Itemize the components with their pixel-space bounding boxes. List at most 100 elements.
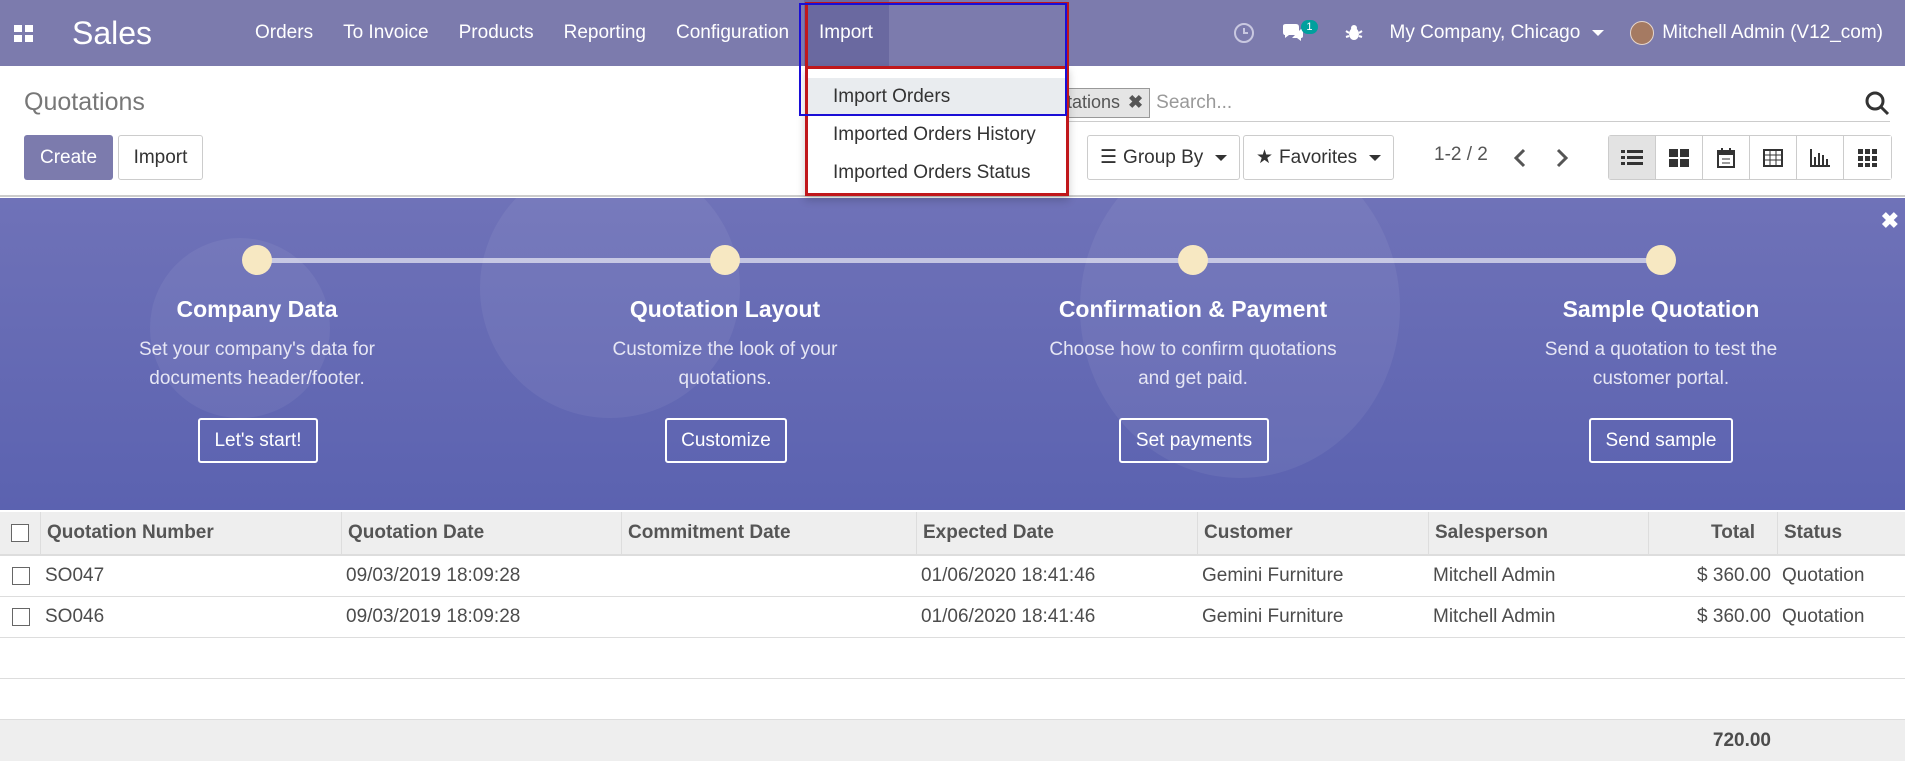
quotations-table: Quotation Number Quotation Date Commitme… (0, 512, 1905, 761)
step-dot (1646, 245, 1676, 275)
create-button[interactable]: Create (24, 135, 113, 180)
cell-salesperson: Mitchell Admin (1433, 565, 1556, 586)
step-description: Choose how to confirm quotations and get… (1049, 339, 1337, 389)
column-header[interactable]: Quotation Number (41, 512, 342, 554)
set-payments-button[interactable]: Set payments (1119, 418, 1269, 463)
select-all-checkbox[interactable] (11, 524, 29, 542)
column-header[interactable]: Quotation Date (342, 512, 622, 554)
row-select-cell (0, 597, 41, 637)
company-switcher[interactable]: My Company, Chicago (1377, 0, 1618, 66)
step-title: Sample Quotation (1562, 296, 1760, 322)
table-row[interactable]: SO046 09/03/2019 18:09:28 01/06/2020 18:… (0, 597, 1905, 638)
cell-status: Quotation (1782, 565, 1865, 586)
menu-configuration[interactable]: Configuration (661, 0, 804, 66)
chevron-down-icon (1215, 154, 1228, 161)
user-menu[interactable]: Mitchell Admin (V12_com) (1617, 0, 1905, 66)
pager-previous-icon[interactable] (1510, 146, 1530, 170)
graph-view-icon[interactable] (1797, 136, 1844, 179)
messages-badge: 1 (1301, 20, 1318, 34)
column-header[interactable]: Expected Date (917, 512, 1198, 554)
step-description: Set your company's data for documents he… (139, 339, 375, 389)
select-all-cell (0, 512, 41, 554)
cell-expected-date: 01/06/2020 18:41:46 (921, 565, 1096, 586)
import-dropdown-menu: Import Orders Imported Orders History Im… (805, 66, 1069, 196)
pager-next-icon[interactable] (1552, 146, 1572, 170)
group-by-button[interactable]: ☰ Group By (1087, 135, 1241, 180)
list-view-icon[interactable] (1609, 136, 1656, 179)
favorites-button[interactable]: ★ Favorites (1243, 135, 1395, 180)
menu-products[interactable]: Products (444, 0, 549, 66)
empty-row (0, 638, 1905, 679)
app-name[interactable]: Sales (72, 15, 240, 52)
group-by-label: Group By (1123, 146, 1204, 168)
cell-quotation-number: SO047 (45, 565, 105, 586)
breadcrumb: Quotations (24, 88, 145, 116)
menu-item-import-orders[interactable]: Import Orders (808, 78, 1066, 116)
progress-track (257, 258, 1661, 263)
table-header: Quotation Number Quotation Date Commitme… (0, 512, 1905, 556)
cell-quotation-number: SO046 (45, 606, 105, 627)
avatar (1630, 21, 1655, 45)
view-switcher (1608, 135, 1892, 180)
table-row[interactable]: SO047 09/03/2019 18:09:28 01/06/2020 18:… (0, 556, 1905, 597)
step-dot (242, 245, 272, 275)
menu-import[interactable]: Import (804, 0, 890, 66)
menu-reporting[interactable]: Reporting (549, 0, 661, 66)
cell-total: $ 360.00 (1697, 565, 1771, 586)
activity-clock-icon[interactable] (1220, 0, 1268, 66)
table-footer: 720.00 (0, 720, 1905, 761)
menu-to-invoice[interactable]: To Invoice (328, 0, 444, 66)
dashboard-view-icon[interactable] (1844, 136, 1891, 179)
chevron-down-icon (1369, 154, 1382, 161)
search-input[interactable]: Search... (1156, 92, 1232, 114)
pager-value[interactable]: 1-2 / 2 (1434, 144, 1488, 166)
pivot-view-icon[interactable] (1750, 136, 1797, 179)
search-facet[interactable]: tations ✖ (1060, 87, 1151, 118)
customize-button[interactable]: Customize (665, 418, 787, 463)
calendar-view-icon[interactable] (1703, 136, 1750, 179)
lets-start-button[interactable]: Let's start! (198, 418, 318, 463)
facet-remove-icon[interactable]: ✖ (1128, 92, 1143, 113)
top-navbar: Sales Orders To Invoice Products Reporti… (0, 0, 1905, 66)
search-bar: tations ✖ Search... (1060, 84, 1890, 122)
cell-expected-date: 01/06/2020 18:41:46 (921, 606, 1096, 627)
footer-total: 720.00 (1712, 729, 1771, 751)
close-icon[interactable]: ✖ (1881, 208, 1899, 234)
cell-salesperson: Mitchell Admin (1433, 606, 1556, 627)
import-button[interactable]: Import (118, 135, 203, 180)
messages-chat-icon[interactable]: 1 (1268, 0, 1330, 66)
onboarding-banner: ✖ Company Data Set your company's data f… (0, 198, 1905, 510)
row-select-cell (0, 556, 41, 596)
main-menu: Orders To Invoice Products Reporting Con… (240, 0, 890, 66)
step-description: Send a quotation to test the customer po… (1544, 339, 1778, 389)
column-header[interactable]: Commitment Date (622, 512, 917, 554)
facet-label: tations (1067, 92, 1121, 112)
company-name: My Company, Chicago (1389, 22, 1581, 43)
step-title: Confirmation & Payment (1058, 296, 1328, 322)
step-dot (1178, 245, 1208, 275)
step-description: Customize the look of your quotations. (612, 339, 838, 389)
menu-item-imported-orders-status[interactable]: Imported Orders Status (808, 154, 1066, 192)
menu-orders[interactable]: Orders (240, 0, 328, 66)
cell-total: $ 360.00 (1697, 606, 1771, 627)
column-header[interactable]: Salesperson (1429, 512, 1649, 554)
cell-customer: Gemini Furniture (1202, 565, 1344, 586)
row-checkbox[interactable] (11, 567, 30, 585)
debug-bug-icon[interactable] (1331, 0, 1377, 66)
cell-status: Quotation (1782, 606, 1865, 627)
kanban-view-icon[interactable] (1656, 136, 1703, 179)
search-icon[interactable] (1864, 90, 1890, 116)
step-dot (710, 245, 740, 275)
menu-item-imported-orders-history[interactable]: Imported Orders History (808, 116, 1066, 154)
list-bars-icon: ☰ (1100, 147, 1118, 168)
cell-quotation-date: 09/03/2019 18:09:28 (346, 565, 521, 586)
column-header[interactable]: Customer (1198, 512, 1429, 554)
column-header[interactable]: Total (1649, 512, 1778, 554)
systray: 1 My Company, Chicago Mitchell Admin (V1… (1220, 0, 1905, 66)
send-sample-button[interactable]: Send sample (1589, 418, 1733, 463)
row-checkbox[interactable] (11, 608, 30, 626)
star-icon: ★ (1256, 147, 1274, 168)
favorites-label: Favorites (1279, 146, 1358, 168)
apps-menu-icon[interactable] (0, 0, 46, 66)
column-header[interactable]: Status (1778, 512, 1905, 554)
